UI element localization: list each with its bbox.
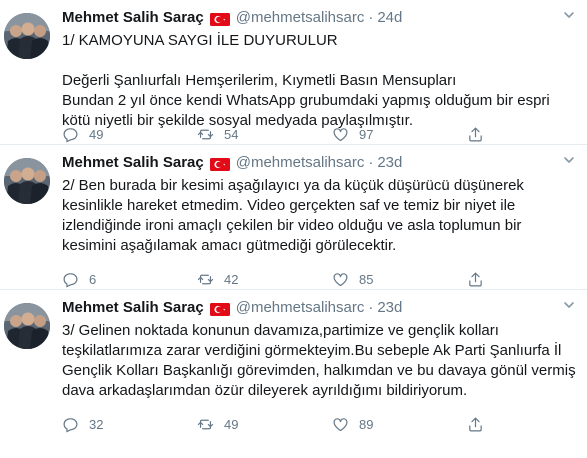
reply-button[interactable]: 32 bbox=[62, 416, 197, 433]
tweet-header: Mehmet Salih Saraç @mehmetsalihsarc · 24… bbox=[62, 8, 579, 28]
reply-count: 6 bbox=[89, 271, 97, 287]
share-icon bbox=[469, 127, 482, 141]
author-handle[interactable]: @mehmetsalihsarc bbox=[236, 153, 365, 173]
share-icon bbox=[469, 417, 482, 431]
reply-count: 32 bbox=[89, 416, 104, 432]
tweet-actions: 49 54 97 bbox=[62, 124, 587, 144]
timestamp[interactable]: 23d bbox=[377, 298, 402, 318]
retweet-button[interactable]: 54 bbox=[197, 126, 332, 143]
timestamp[interactable]: 23d bbox=[377, 153, 402, 173]
tweet[interactable]: Mehmet Salih Saraç @mehmetsalihsarc · 23… bbox=[0, 290, 587, 435]
like-count: 89 bbox=[359, 416, 374, 432]
tweet-actions: 32 49 89 bbox=[62, 414, 587, 434]
retweet-count: 42 bbox=[224, 271, 239, 287]
separator-dot: · bbox=[368, 9, 374, 26]
retweet-count: 54 bbox=[224, 126, 239, 142]
tweet-text: 2/ Ben burada bir kesimi aşağılayıcı ya … bbox=[62, 177, 529, 254]
separator-dot: · bbox=[368, 154, 374, 171]
retweet-button[interactable]: 49 bbox=[197, 416, 332, 433]
tweet[interactable]: Mehmet Salih Saraç @mehmetsalihsarc · 24… bbox=[0, 0, 587, 145]
like-button[interactable]: 97 bbox=[332, 126, 467, 143]
retweet-icon bbox=[197, 419, 214, 429]
timestamp[interactable]: 24d bbox=[377, 8, 402, 28]
chevron-down-icon[interactable] bbox=[559, 153, 579, 173]
retweet-icon bbox=[197, 129, 214, 139]
avatar[interactable] bbox=[4, 13, 50, 59]
author-name[interactable]: Mehmet Salih Saraç bbox=[62, 153, 204, 173]
tweet-text: 1/ KAMOYUNA SAYGI İLE DUYURULUR Değerli … bbox=[62, 32, 550, 129]
retweet-button[interactable]: 42 bbox=[197, 271, 332, 288]
like-button[interactable]: 89 bbox=[332, 416, 467, 433]
reply-count: 49 bbox=[89, 126, 104, 142]
heart-icon bbox=[333, 417, 348, 431]
author-name[interactable]: Mehmet Salih Saraç bbox=[62, 8, 204, 28]
like-count: 85 bbox=[359, 271, 374, 287]
chevron-down-icon[interactable] bbox=[559, 8, 579, 28]
author-handle[interactable]: @mehmetsalihsarc bbox=[236, 8, 365, 28]
chevron-down-icon[interactable] bbox=[559, 298, 579, 318]
author-handle[interactable]: @mehmetsalihsarc bbox=[236, 298, 365, 318]
turkey-flag-icon bbox=[209, 157, 230, 171]
reply-icon bbox=[63, 272, 78, 288]
tweet-actions: 6 42 85 bbox=[62, 269, 587, 289]
avatar[interactable] bbox=[4, 158, 50, 204]
retweet-icon bbox=[197, 274, 214, 284]
separator-dot: · bbox=[368, 299, 374, 316]
heart-icon bbox=[333, 272, 348, 286]
share-button[interactable] bbox=[467, 126, 587, 143]
share-button[interactable] bbox=[467, 416, 587, 433]
reply-icon bbox=[63, 417, 78, 433]
share-icon bbox=[469, 272, 482, 286]
tweet[interactable]: Mehmet Salih Saraç @mehmetsalihsarc · 23… bbox=[0, 145, 587, 290]
tweet-header: Mehmet Salih Saraç @mehmetsalihsarc · 23… bbox=[62, 298, 579, 318]
tweet-feed: Mehmet Salih Saraç @mehmetsalihsarc · 24… bbox=[0, 0, 587, 435]
turkey-flag-icon bbox=[209, 302, 230, 316]
reply-button[interactable]: 49 bbox=[62, 126, 197, 143]
avatar[interactable] bbox=[4, 303, 50, 349]
turkey-flag-icon bbox=[209, 12, 230, 26]
heart-icon bbox=[333, 127, 348, 141]
retweet-count: 49 bbox=[224, 416, 239, 432]
share-button[interactable] bbox=[467, 271, 587, 288]
author-name[interactable]: Mehmet Salih Saraç bbox=[62, 298, 204, 318]
like-button[interactable]: 85 bbox=[332, 271, 467, 288]
reply-button[interactable]: 6 bbox=[62, 271, 197, 288]
like-count: 97 bbox=[359, 126, 374, 142]
tweet-header: Mehmet Salih Saraç @mehmetsalihsarc · 23… bbox=[62, 153, 579, 173]
reply-icon bbox=[63, 127, 78, 143]
tweet-text: 3/ Gelinen noktada konunun davamıza,part… bbox=[62, 322, 580, 399]
